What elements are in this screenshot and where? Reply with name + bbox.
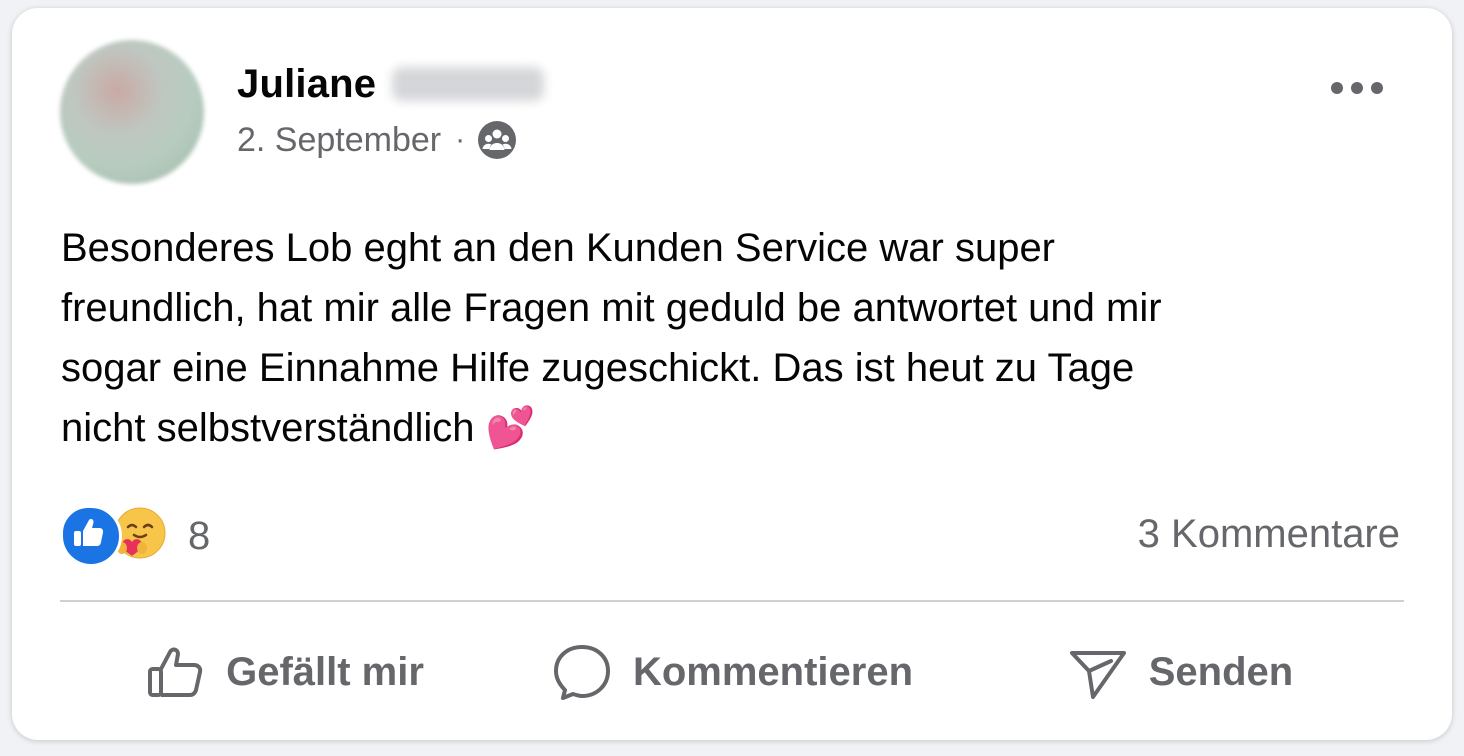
more-options-button[interactable] bbox=[1322, 66, 1392, 110]
send-icon bbox=[1069, 651, 1126, 699]
post-date[interactable]: 2. September bbox=[237, 121, 441, 160]
comment-button-label: Kommentieren bbox=[632, 649, 914, 694]
avatar[interactable] bbox=[60, 40, 204, 184]
meta-separator: · bbox=[455, 123, 466, 156]
more-dot-icon bbox=[1351, 82, 1363, 94]
thumbs-up-icon bbox=[148, 647, 203, 697]
like-reaction-icon bbox=[60, 505, 122, 567]
reactions-summary[interactable]: 8 bbox=[60, 505, 211, 567]
group-icon[interactable] bbox=[477, 120, 517, 160]
like-button-label: Gefällt mir bbox=[226, 649, 424, 694]
redacted-surname bbox=[392, 67, 545, 101]
comment-bubble-icon bbox=[553, 645, 610, 700]
post-card: Juliane 2. September · Besonderes Lob eg… bbox=[12, 8, 1452, 740]
author-row: Juliane bbox=[237, 60, 545, 108]
post-text: Besonderes Lob eght an den Kunden Servic… bbox=[61, 226, 1162, 450]
post-meta: 2. September · bbox=[237, 118, 517, 162]
send-button-label: Senden bbox=[1148, 649, 1294, 694]
action-bar: Gefällt mir Kommentieren Senden bbox=[60, 620, 1404, 724]
send-button[interactable]: Senden bbox=[956, 620, 1404, 724]
reaction-count: 8 bbox=[188, 513, 211, 558]
more-dot-icon bbox=[1331, 82, 1343, 94]
comments-count-link[interactable]: 3 Kommentare bbox=[1138, 512, 1400, 557]
more-dot-icon bbox=[1371, 82, 1383, 94]
like-button[interactable]: Gefällt mir bbox=[60, 620, 508, 724]
author-name[interactable]: Juliane bbox=[237, 62, 376, 107]
comment-button[interactable]: Kommentieren bbox=[508, 620, 956, 724]
divider bbox=[60, 600, 1404, 602]
